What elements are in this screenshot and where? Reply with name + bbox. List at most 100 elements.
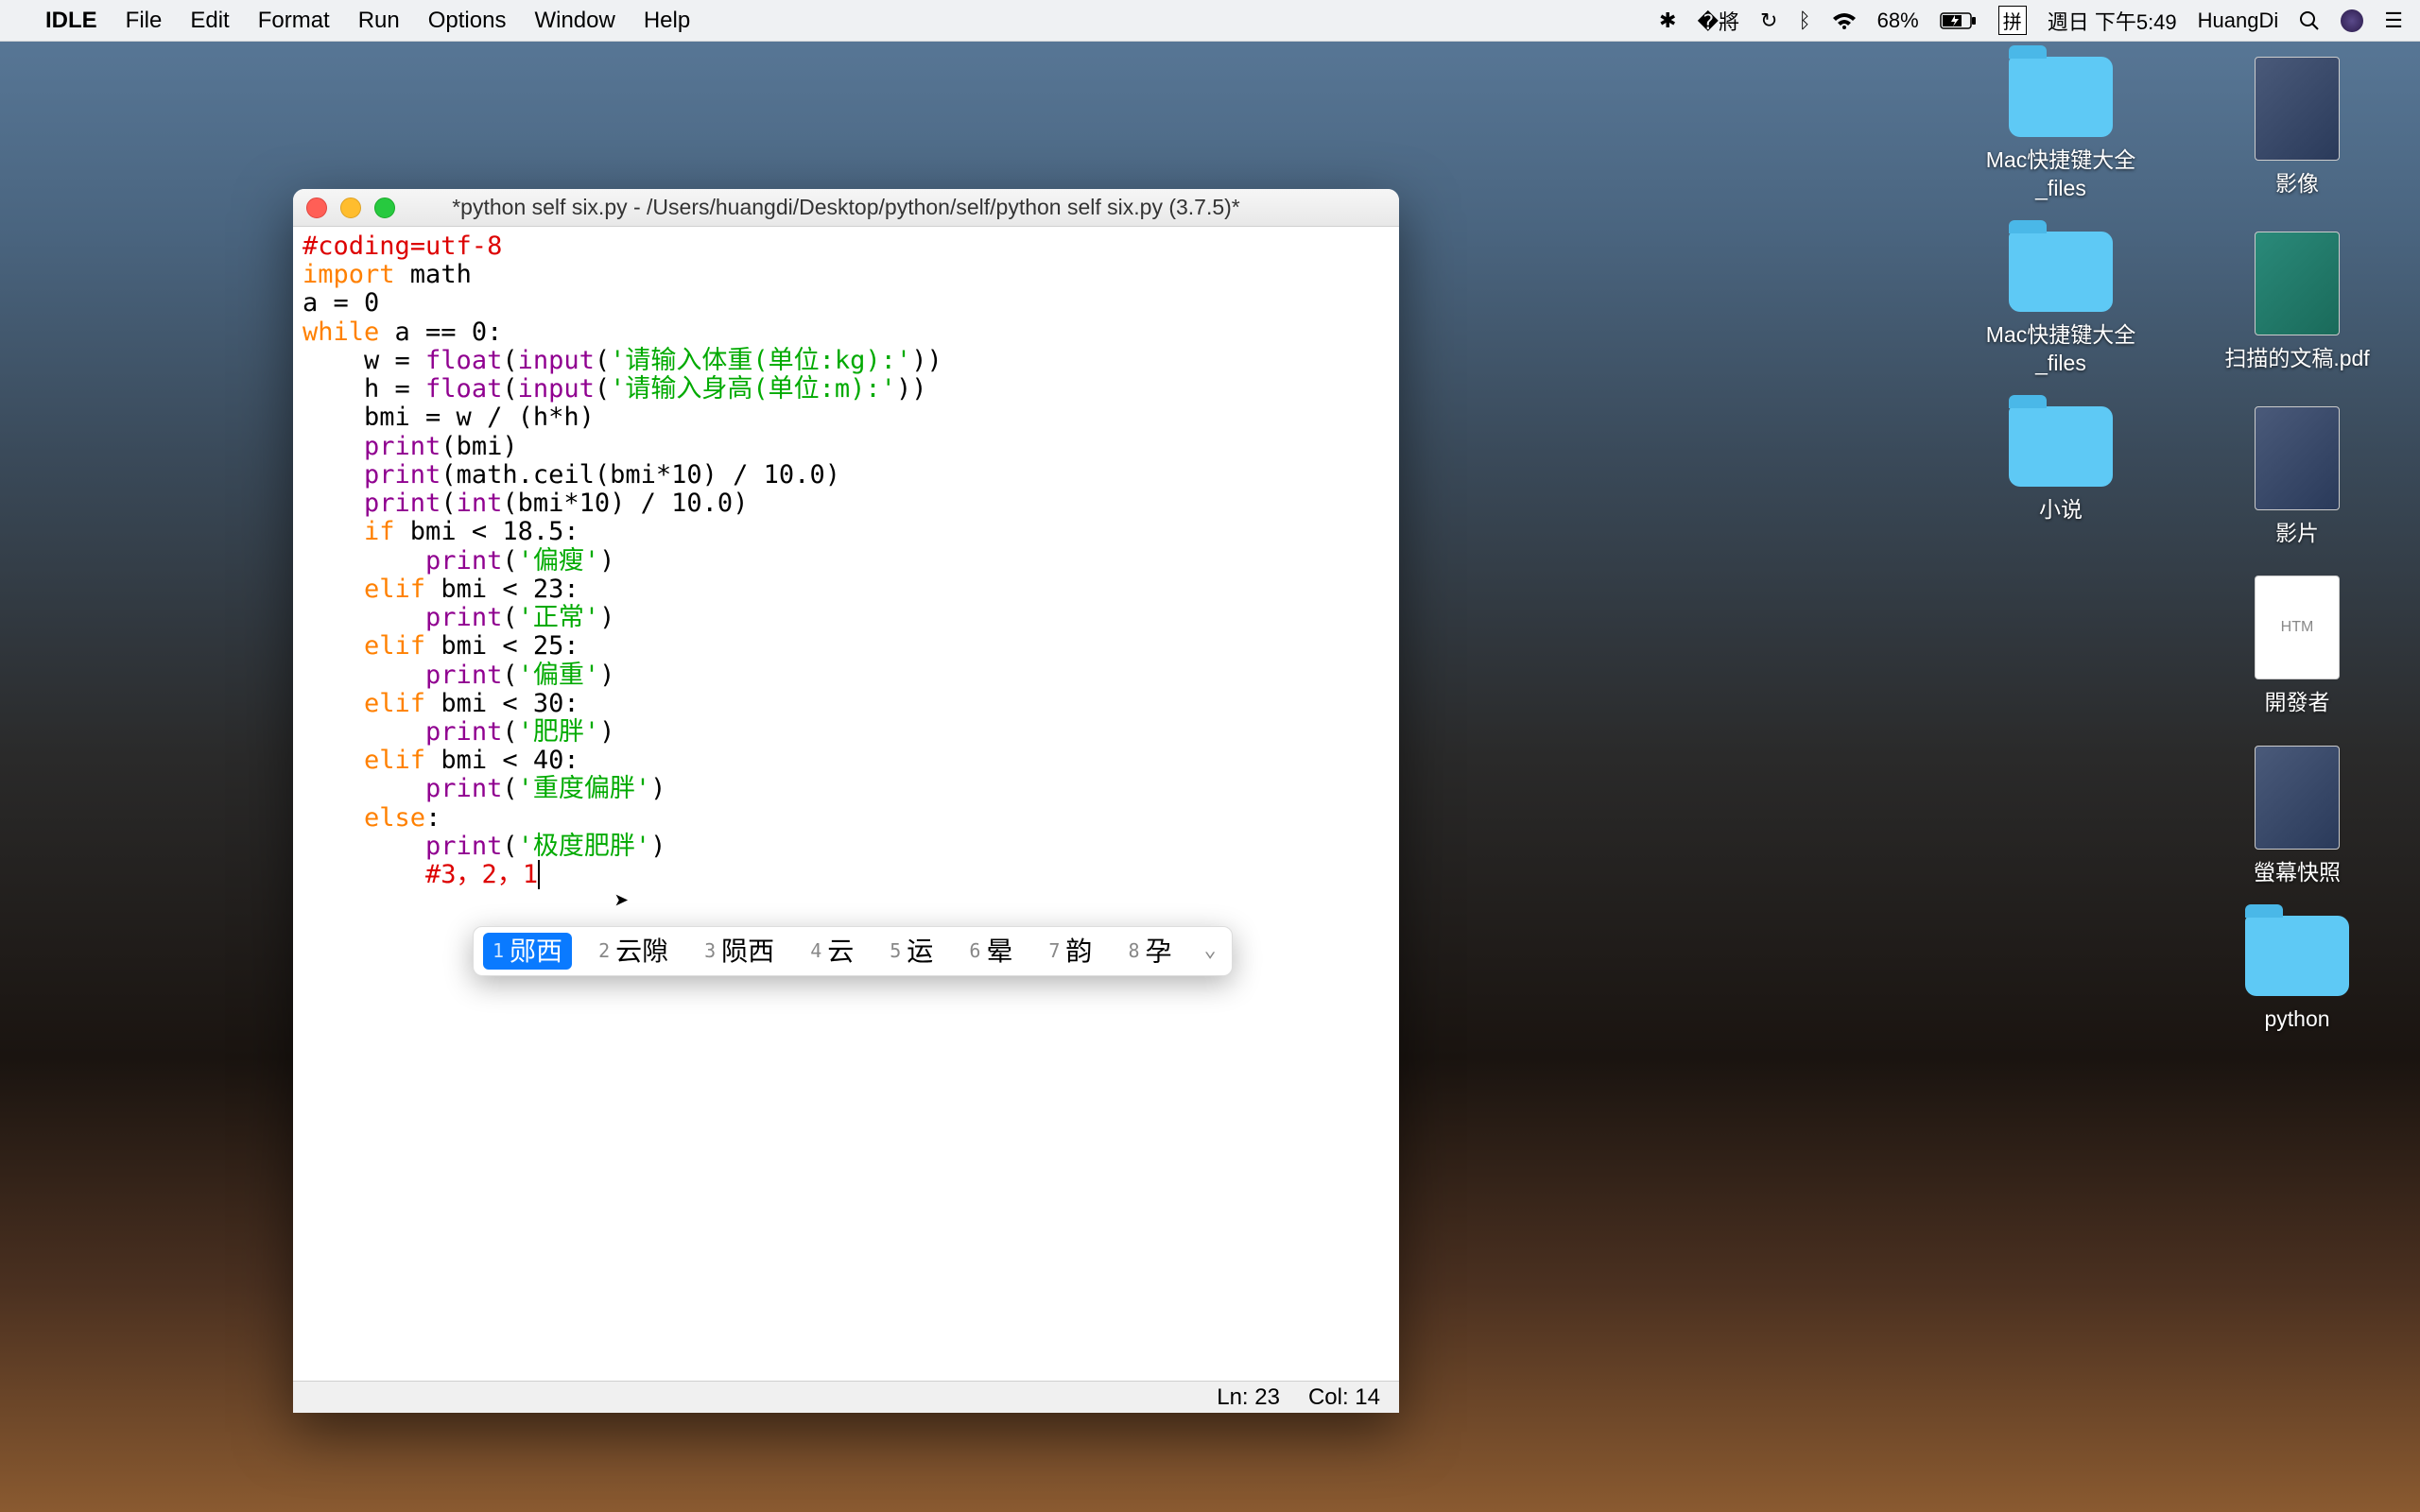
code-text (302, 460, 364, 490)
ime-candidate[interactable]: 4云 (801, 933, 863, 970)
pdf-icon (2255, 232, 2340, 335)
desktop-file[interactable]: 螢幕快照 (2203, 746, 2392, 887)
icon-label: 螢幕快照 (2254, 859, 2341, 887)
ime-num: 1 (493, 940, 504, 961)
desktop-folder[interactable]: 小说 (1966, 406, 2155, 548)
code-text: ( (502, 374, 517, 404)
code-text: ( (502, 717, 517, 747)
zoom-button[interactable] (374, 198, 395, 218)
user-name[interactable]: HuangDi (2198, 9, 2279, 33)
ime-candidate[interactable]: 2云隙 (589, 933, 678, 970)
menu-file[interactable]: File (126, 8, 163, 34)
code-str: '正常' (518, 603, 600, 632)
folder-icon (2009, 406, 2113, 487)
code-text: math (395, 260, 472, 289)
menu-run[interactable]: Run (358, 8, 400, 34)
code-text (302, 631, 364, 661)
code-editor[interactable]: #coding=utf-8 import math a = 0 while a … (293, 227, 1399, 1381)
date-time[interactable]: 週日 下午5:49 (2048, 6, 2177, 36)
ime-candidate[interactable]: 7韵 (1039, 933, 1101, 970)
desktop-file[interactable]: 扫描的文稿.pdf (2203, 232, 2392, 378)
spotlight-icon[interactable] (2299, 10, 2320, 31)
menu-options[interactable]: Options (428, 8, 507, 34)
desktop-file[interactable]: 影片 (2203, 406, 2392, 548)
code-kw: elif (364, 689, 425, 718)
menubar: IDLE File Edit Format Run Options Window… (0, 0, 2420, 42)
ime-candidate-bar[interactable]: 1郧西 2云隙 3陨西 4云 5运 6晕 7韵 8孕 ⌄ (473, 926, 1233, 976)
ime-text: 韵 (1065, 936, 1092, 966)
menubar-left: IDLE File Edit Format Run Options Window… (17, 8, 690, 34)
code-fn: print (425, 832, 502, 861)
code-text: ( (502, 774, 517, 803)
siri-icon[interactable] (2341, 9, 2363, 32)
icon-label: Mac快捷键大全_files (1966, 321, 2155, 378)
battery-percent[interactable]: 68% (1877, 9, 1919, 33)
app-name[interactable]: IDLE (45, 8, 97, 34)
code-text: ( (502, 546, 517, 576)
code-line: #coding=utf-8 (302, 232, 502, 261)
menu-help[interactable]: Help (644, 8, 690, 34)
ime-num: 4 (810, 940, 821, 961)
minimize-button[interactable] (340, 198, 361, 218)
code-kw: elif (364, 631, 425, 661)
ime-candidate[interactable]: 6晕 (959, 933, 1022, 970)
code-kw: else (364, 803, 425, 833)
ime-candidate[interactable]: 3陨西 (695, 933, 784, 970)
antivirus-icon[interactable]: ✱ (1659, 9, 1676, 33)
menu-format[interactable]: Format (258, 8, 330, 34)
timemachine-icon[interactable]: ↻ (1760, 9, 1777, 33)
code-text: ( (502, 346, 517, 375)
wifi-signal-icon[interactable]: �將 (1697, 6, 1739, 36)
battery-icon[interactable] (1940, 11, 1978, 30)
code-kw: if (364, 517, 395, 546)
icon-row: 螢幕快照 (1966, 746, 2392, 887)
desktop-folder[interactable]: Mac快捷键大全_files (1966, 57, 2155, 203)
code-text (302, 432, 364, 461)
code-text: )) (896, 374, 927, 404)
close-button[interactable] (306, 198, 327, 218)
chevron-down-icon[interactable]: ⌄ (1199, 939, 1222, 963)
code-text: : (425, 803, 441, 833)
desktop-file[interactable]: 影像 (2203, 57, 2392, 203)
ime-candidate[interactable]: 8孕 (1118, 933, 1181, 970)
code-comment: #3，2，1 (425, 860, 538, 889)
code-kw: elif (364, 746, 425, 775)
titlebar[interactable]: *python self six.py - /Users/huangdi/Des… (293, 189, 1399, 227)
code-text: ) (599, 546, 614, 576)
ime-candidate[interactable]: 5运 (880, 933, 942, 970)
bluetooth-icon[interactable]: ᛒ (1798, 9, 1810, 33)
code-text: (bmi*10) / 10.0) (502, 489, 748, 518)
code-text: ) (650, 832, 666, 861)
menu-edit[interactable]: Edit (190, 8, 229, 34)
code-text (302, 489, 364, 518)
code-fn: print (364, 489, 441, 518)
code-fn: print (425, 546, 502, 576)
menubar-right: ✱ �將 ↻ ᛒ 68% 拼 週日 下午5:49 HuangDi ☰ (1659, 6, 2403, 36)
code-fn: print (425, 661, 502, 690)
wifi-icon[interactable] (1832, 11, 1857, 30)
code-text: )) (911, 346, 942, 375)
code-text: h = (302, 374, 425, 404)
code-text: ( (595, 374, 610, 404)
code-str: '请输入身高(单位:m):' (610, 374, 896, 404)
desktop-folder[interactable]: Mac快捷键大全_files (1966, 232, 2155, 378)
ime-text: 孕 (1145, 936, 1171, 966)
ime-indicator[interactable]: 拼 (1998, 6, 2027, 35)
code-str: '重度偏胖' (518, 774, 651, 803)
ime-num: 5 (890, 940, 901, 961)
code-str: '极度肥胖' (518, 832, 651, 861)
notification-center-icon[interactable]: ☰ (2384, 9, 2403, 33)
ime-candidate[interactable]: 1郧西 (483, 933, 572, 970)
desktop-icons: Mac快捷键大全_files 影像 Mac快捷键大全_files 扫描的文稿.p… (1966, 57, 2392, 1034)
statusbar: Ln: 23 Col: 14 (293, 1381, 1399, 1413)
html-icon: HTM (2255, 576, 2340, 679)
code-text: bmi < 25: (425, 631, 579, 661)
mouse-cursor-icon: ➤ (614, 888, 630, 916)
desktop-folder[interactable]: python (2203, 916, 2392, 1034)
menu-window[interactable]: Window (534, 8, 614, 34)
desktop-file[interactable]: HTM開發者 (2203, 576, 2392, 717)
image-icon (2255, 406, 2340, 510)
text-cursor (538, 860, 540, 889)
code-text: a = 0 (302, 288, 379, 318)
ime-text: 云隙 (615, 936, 668, 966)
